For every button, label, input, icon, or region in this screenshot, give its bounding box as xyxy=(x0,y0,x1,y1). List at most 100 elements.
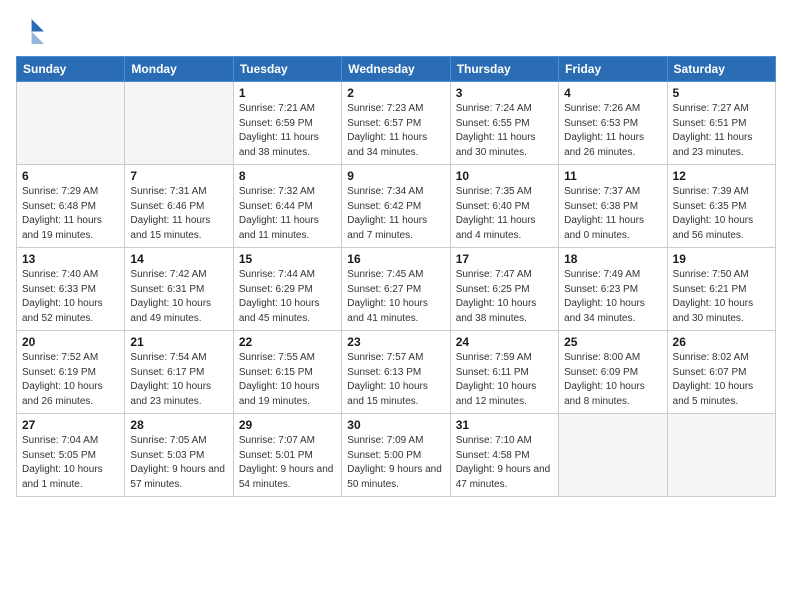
day-info: Sunrise: 7:24 AM Sunset: 6:55 PM Dayligh… xyxy=(456,102,553,160)
day-info: Sunrise: 7:42 AM Sunset: 6:31 PM Dayligh… xyxy=(130,268,227,326)
day-info: Sunrise: 7:31 AM Sunset: 6:46 PM Dayligh… xyxy=(130,185,227,243)
day-number: 24 xyxy=(456,335,553,349)
day-number: 6 xyxy=(22,169,119,183)
day-number: 23 xyxy=(347,335,444,349)
calendar-day-cell: 24 Sunrise: 7:59 AM Sunset: 6:11 PM Dayli… xyxy=(450,331,558,414)
day-info: Sunrise: 7:55 AM Sunset: 6:15 PM Dayligh… xyxy=(239,351,336,409)
day-number: 7 xyxy=(130,169,227,183)
day-info: Sunrise: 7:07 AM Sunset: 5:01 PM Dayligh… xyxy=(239,434,336,492)
calendar-day-cell: 27 Sunrise: 7:04 AM Sunset: 5:05 PM Dayli… xyxy=(17,414,125,497)
calendar-day-cell: 14 Sunrise: 7:42 AM Sunset: 6:31 PM Dayli… xyxy=(125,248,233,331)
day-info: Sunrise: 7:32 AM Sunset: 6:44 PM Dayligh… xyxy=(239,185,336,243)
day-number: 5 xyxy=(673,86,770,100)
calendar-day-cell: 13 Sunrise: 7:40 AM Sunset: 6:33 PM Dayli… xyxy=(17,248,125,331)
calendar-week-row: 27 Sunrise: 7:04 AM Sunset: 5:05 PM Dayli… xyxy=(17,414,776,497)
day-info: Sunrise: 7:39 AM Sunset: 6:35 PM Dayligh… xyxy=(673,185,770,243)
day-number: 1 xyxy=(239,86,336,100)
calendar-day-cell: 1 Sunrise: 7:21 AM Sunset: 6:59 PM Daylig… xyxy=(233,82,341,165)
day-info: Sunrise: 7:34 AM Sunset: 6:42 PM Dayligh… xyxy=(347,185,444,243)
calendar-day-cell: 3 Sunrise: 7:24 AM Sunset: 6:55 PM Daylig… xyxy=(450,82,558,165)
day-number: 31 xyxy=(456,418,553,432)
day-number: 9 xyxy=(347,169,444,183)
day-number: 11 xyxy=(564,169,661,183)
calendar-day-cell: 16Sunrise: 7:45 AM Sunset: 6:27 PM Dayli… xyxy=(342,248,450,331)
day-number: 26 xyxy=(673,335,770,349)
calendar-day-cell: 2 Sunrise: 7:23 AM Sunset: 6:57 PM Daylig… xyxy=(342,82,450,165)
logo xyxy=(16,16,48,44)
calendar-day-cell: 25 Sunrise: 8:00 AM Sunset: 6:09 PM Dayli… xyxy=(559,331,667,414)
day-info: Sunrise: 7:57 AM Sunset: 6:13 PM Dayligh… xyxy=(347,351,444,409)
day-number: 14 xyxy=(130,252,227,266)
calendar-day-cell: 23 Sunrise: 7:57 AM Sunset: 6:13 PM Dayli… xyxy=(342,331,450,414)
calendar-day-cell: 28 Sunrise: 7:05 AM Sunset: 5:03 PM Dayli… xyxy=(125,414,233,497)
calendar-day-cell xyxy=(559,414,667,497)
calendar-day-cell: 4Sunrise: 7:26 AM Sunset: 6:53 PM Daylig… xyxy=(559,82,667,165)
weekday-header: Tuesday xyxy=(233,57,341,82)
day-info: Sunrise: 8:00 AM Sunset: 6:09 PM Dayligh… xyxy=(564,351,661,409)
day-number: 19 xyxy=(673,252,770,266)
day-number: 10 xyxy=(456,169,553,183)
page-header xyxy=(16,16,776,44)
day-info: Sunrise: 7:23 AM Sunset: 6:57 PM Dayligh… xyxy=(347,102,444,160)
calendar-table: SundayMondayTuesdayWednesdayThursdayFrid… xyxy=(16,56,776,497)
calendar-day-cell: 18 Sunrise: 7:49 AM Sunset: 6:23 PM Dayli… xyxy=(559,248,667,331)
day-info: Sunrise: 7:10 AM Sunset: 4:58 PM Dayligh… xyxy=(456,434,553,492)
day-info: Sunrise: 7:49 AM Sunset: 6:23 PM Dayligh… xyxy=(564,268,661,326)
calendar-day-cell: 22 Sunrise: 7:55 AM Sunset: 6:15 PM Dayli… xyxy=(233,331,341,414)
day-number: 29 xyxy=(239,418,336,432)
day-number: 28 xyxy=(130,418,227,432)
day-info: Sunrise: 7:21 AM Sunset: 6:59 PM Dayligh… xyxy=(239,102,336,160)
calendar-day-cell: 31 Sunrise: 7:10 AM Sunset: 4:58 PM Dayli… xyxy=(450,414,558,497)
calendar-day-cell: 19 Sunrise: 7:50 AM Sunset: 6:21 PM Dayli… xyxy=(667,248,775,331)
calendar-day-cell: 6 Sunrise: 7:29 AM Sunset: 6:48 PM Daylig… xyxy=(17,165,125,248)
calendar-day-cell: 15 Sunrise: 7:44 AM Sunset: 6:29 PM Dayli… xyxy=(233,248,341,331)
day-info: Sunrise: 8:02 AM Sunset: 6:07 PM Dayligh… xyxy=(673,351,770,409)
day-info: Sunrise: 7:50 AM Sunset: 6:21 PM Dayligh… xyxy=(673,268,770,326)
calendar-day-cell: 10 Sunrise: 7:35 AM Sunset: 6:40 PM Dayli… xyxy=(450,165,558,248)
day-number: 25 xyxy=(564,335,661,349)
day-number: 8 xyxy=(239,169,336,183)
day-info: Sunrise: 7:54 AM Sunset: 6:17 PM Dayligh… xyxy=(130,351,227,409)
day-number: 13 xyxy=(22,252,119,266)
calendar-day-cell xyxy=(17,82,125,165)
weekday-header: Monday xyxy=(125,57,233,82)
day-info: Sunrise: 7:47 AM Sunset: 6:25 PM Dayligh… xyxy=(456,268,553,326)
day-number: 16 xyxy=(347,252,444,266)
day-number: 15 xyxy=(239,252,336,266)
day-number: 22 xyxy=(239,335,336,349)
calendar-day-cell: 7 Sunrise: 7:31 AM Sunset: 6:46 PM Daylig… xyxy=(125,165,233,248)
weekday-header: Thursday xyxy=(450,57,558,82)
day-number: 2 xyxy=(347,86,444,100)
day-number: 27 xyxy=(22,418,119,432)
day-info: Sunrise: 7:04 AM Sunset: 5:05 PM Dayligh… xyxy=(22,434,119,492)
calendar-day-cell xyxy=(125,82,233,165)
calendar-day-cell: 30 Sunrise: 7:09 AM Sunset: 5:00 PM Dayli… xyxy=(342,414,450,497)
calendar-day-cell: 29 Sunrise: 7:07 AM Sunset: 5:01 PM Dayli… xyxy=(233,414,341,497)
calendar-day-cell: 8 Sunrise: 7:32 AM Sunset: 6:44 PM Daylig… xyxy=(233,165,341,248)
weekday-header: Saturday xyxy=(667,57,775,82)
logo-icon xyxy=(16,16,44,44)
day-number: 18 xyxy=(564,252,661,266)
day-number: 21 xyxy=(130,335,227,349)
calendar-week-row: 1 Sunrise: 7:21 AM Sunset: 6:59 PM Daylig… xyxy=(17,82,776,165)
day-number: 30 xyxy=(347,418,444,432)
calendar-day-cell: 17Sunrise: 7:47 AM Sunset: 6:25 PM Dayli… xyxy=(450,248,558,331)
calendar-week-row: 6 Sunrise: 7:29 AM Sunset: 6:48 PM Daylig… xyxy=(17,165,776,248)
day-info: Sunrise: 7:05 AM Sunset: 5:03 PM Dayligh… xyxy=(130,434,227,492)
calendar-week-row: 20Sunrise: 7:52 AM Sunset: 6:19 PM Dayli… xyxy=(17,331,776,414)
day-info: Sunrise: 7:29 AM Sunset: 6:48 PM Dayligh… xyxy=(22,185,119,243)
calendar-week-row: 13 Sunrise: 7:40 AM Sunset: 6:33 PM Dayli… xyxy=(17,248,776,331)
day-number: 3 xyxy=(456,86,553,100)
day-info: Sunrise: 7:35 AM Sunset: 6:40 PM Dayligh… xyxy=(456,185,553,243)
calendar-day-cell: 5Sunrise: 7:27 AM Sunset: 6:51 PM Daylig… xyxy=(667,82,775,165)
day-info: Sunrise: 7:44 AM Sunset: 6:29 PM Dayligh… xyxy=(239,268,336,326)
weekday-header: Friday xyxy=(559,57,667,82)
day-number: 12 xyxy=(673,169,770,183)
calendar-header-row: SundayMondayTuesdayWednesdayThursdayFrid… xyxy=(17,57,776,82)
day-info: Sunrise: 7:59 AM Sunset: 6:11 PM Dayligh… xyxy=(456,351,553,409)
day-info: Sunrise: 7:40 AM Sunset: 6:33 PM Dayligh… xyxy=(22,268,119,326)
day-info: Sunrise: 7:37 AM Sunset: 6:38 PM Dayligh… xyxy=(564,185,661,243)
weekday-header: Wednesday xyxy=(342,57,450,82)
day-info: Sunrise: 7:09 AM Sunset: 5:00 PM Dayligh… xyxy=(347,434,444,492)
weekday-header: Sunday xyxy=(17,57,125,82)
